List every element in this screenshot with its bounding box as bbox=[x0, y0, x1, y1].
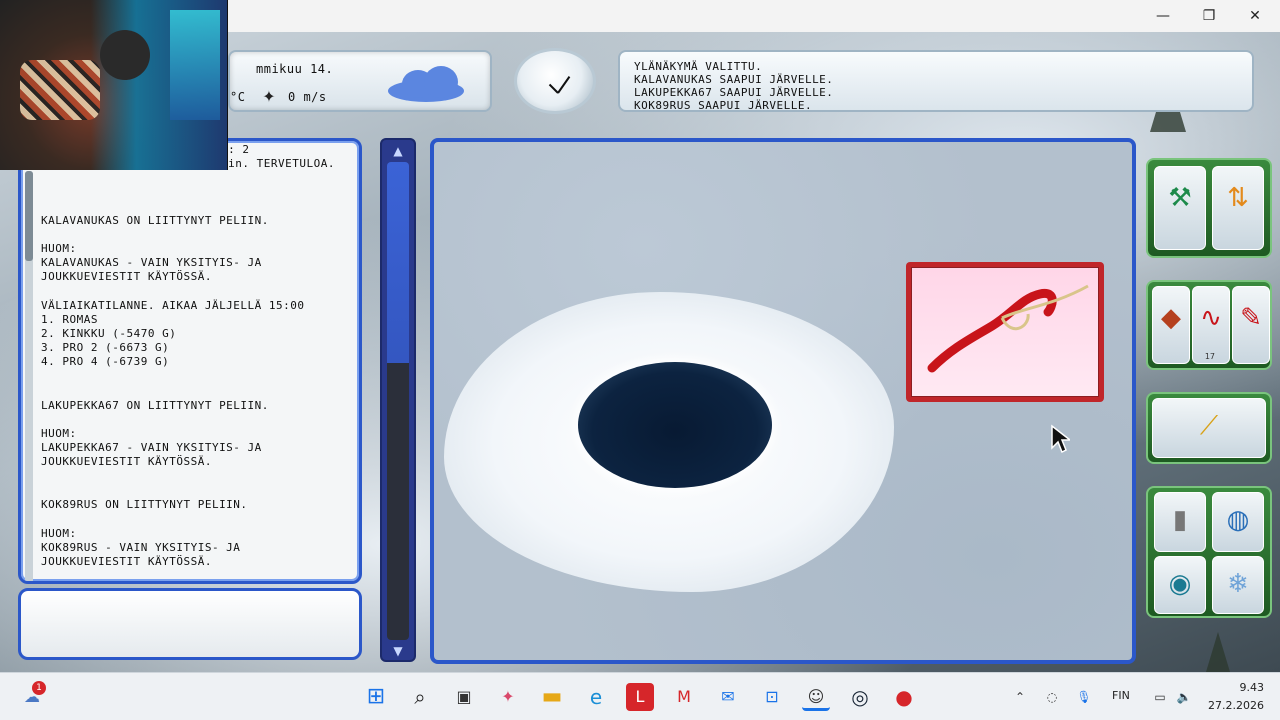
bait-count: 17 bbox=[1204, 352, 1215, 361]
arrow-down-icon[interactable]: ▼ bbox=[387, 642, 409, 660]
close-icon[interactable]: ✕ bbox=[1232, 0, 1278, 32]
chat-line: HUOM: bbox=[41, 242, 77, 255]
ice-map-tool[interactable]: ❄ bbox=[1212, 556, 1264, 614]
file-explorer-icon[interactable]: ▬ bbox=[538, 683, 566, 711]
chat-line: KOK89RUS ON LIITTYNYT PELIIN. bbox=[41, 498, 248, 511]
ice-hole[interactable] bbox=[578, 362, 772, 488]
worm-bait-tool[interactable]: ∿ 17 bbox=[1192, 286, 1230, 364]
status-line: LAKUPEKKA67 SAAPUI JÄRVELLE. bbox=[634, 86, 834, 99]
mcafee-icon[interactable]: M bbox=[670, 683, 698, 711]
clock-date[interactable]: 27.2.2026 bbox=[1206, 699, 1264, 712]
fishing-rod-icon: ⟋ bbox=[1199, 411, 1219, 441]
chat-line: KALAVANUKAS ON LIITTYNYT PELIIN. bbox=[41, 214, 269, 227]
status-line: KOK89RUS SAAPUI JÄRVELLE. bbox=[634, 99, 813, 112]
weather-panel: mmikuu 14. °C ✦ 0 m/s bbox=[228, 50, 492, 112]
chat-line: nin. TERVETULOA. bbox=[221, 157, 335, 170]
microphone-icon[interactable]: 🎙 bbox=[1070, 683, 1098, 711]
depth-fill bbox=[387, 363, 409, 640]
chat-line: HUOM: bbox=[41, 527, 77, 540]
copilot-icon[interactable]: ✦ bbox=[494, 683, 522, 711]
clock-time[interactable]: 9.43 bbox=[1206, 681, 1265, 694]
status-line: KALAVANUKAS SAAPUI JÄRVELLE. bbox=[634, 73, 834, 86]
webcam-overlay bbox=[0, 0, 228, 170]
chat-line: JOUKKUEVIESTIT KÄYTÖSSÄ. bbox=[41, 455, 212, 468]
ice-auger-icon: ⚒ bbox=[1168, 183, 1192, 213]
flashlight-tool[interactable]: ▮ bbox=[1154, 492, 1206, 552]
depth-slider[interactable]: ▲ ▼ bbox=[380, 138, 416, 662]
date-text: mmikuu 14. bbox=[256, 62, 334, 76]
move-arrows-icon: ⇅ bbox=[1227, 183, 1249, 213]
minimize-icon[interactable]: — bbox=[1140, 0, 1186, 32]
game-controller-icon[interactable]: ● bbox=[890, 683, 918, 711]
chat-line: 1. ROMAS bbox=[41, 313, 98, 326]
selected-lure-card[interactable] bbox=[906, 262, 1104, 402]
spoon-lure-icon: ◆ bbox=[1161, 303, 1181, 333]
chat-line: 4. PRO 4 (-6739 G) bbox=[41, 355, 170, 368]
move-arrows-tool[interactable]: ⇅ bbox=[1212, 166, 1264, 250]
chevron-up-icon[interactable]: ⌃ bbox=[1006, 683, 1034, 711]
spoon-lure-tool[interactable]: ◆ bbox=[1152, 286, 1190, 364]
ice-auger-tool[interactable]: ⚒ bbox=[1154, 166, 1206, 250]
eye-tool[interactable]: ◉ bbox=[1154, 556, 1206, 614]
temperature-text: °C bbox=[230, 90, 246, 104]
language-indicator[interactable]: FIN bbox=[1112, 689, 1130, 702]
status-line: YLÄNÄKYMÄ VALITTU. bbox=[634, 60, 763, 73]
chat-input-box[interactable] bbox=[18, 588, 362, 660]
l-app-icon[interactable]: L bbox=[626, 683, 654, 711]
chat-scrollbar[interactable] bbox=[25, 171, 33, 581]
windows-start-icon[interactable]: ⊞ bbox=[362, 683, 390, 711]
chat-scrollbar-thumb[interactable] bbox=[25, 171, 33, 261]
mouse-cursor-icon bbox=[1051, 424, 1070, 454]
jig-tool[interactable]: ✎ bbox=[1232, 286, 1270, 364]
restore-icon[interactable]: ❐ bbox=[1186, 0, 1232, 32]
search-icon[interactable]: ⌕ bbox=[406, 683, 434, 711]
steam-icon[interactable]: ◎ bbox=[846, 683, 874, 711]
task-view-icon[interactable]: ▣ bbox=[450, 683, 478, 711]
windows-taskbar: ☁ 1 ⊞ ⌕ ▣ ✦ ▬ e L M ✉ ⊡ ☺ ◎ ● ⌃ ◌ 🎙 FIN … bbox=[0, 672, 1280, 720]
notification-badge: 1 bbox=[32, 681, 46, 695]
globe-icon: ◍ bbox=[1226, 505, 1250, 535]
volume-icon[interactable]: 🔈 bbox=[1170, 683, 1198, 711]
tool-group-utilities: ▮ ◍ ◉ ❄ bbox=[1146, 486, 1272, 618]
tool-group-drill: ⚒ ⇅ bbox=[1146, 158, 1272, 258]
chat-line: LAKUPEKKA67 - VAIN YKSITYIS- JA bbox=[41, 441, 262, 454]
eye-icon: ◉ bbox=[1168, 569, 1192, 599]
chat-line: KOK89RUS - VAIN YKSITYIS- JA bbox=[41, 541, 241, 554]
chat-log-panel: r: 2 nin. TERVETULOA. KALAVANUKAS ON LII… bbox=[18, 138, 362, 584]
chat-line: 3. PRO 2 (-6673 G) bbox=[41, 341, 170, 354]
fishing-rod-tool[interactable]: ⟋ bbox=[1152, 398, 1266, 458]
arrow-up-icon[interactable]: ▲ bbox=[387, 142, 409, 160]
tool-group-lures: ◆ ∿ 17 ✎ bbox=[1146, 280, 1272, 370]
tool-group-rod: ⟋ bbox=[1146, 392, 1272, 464]
red-worm-lure-icon bbox=[927, 284, 1089, 373]
chat-line: JOUKKUEVIESTIT KÄYTÖSSÄ. bbox=[41, 270, 212, 283]
flashlight-icon: ▮ bbox=[1172, 505, 1188, 535]
globe-tool[interactable]: ◍ bbox=[1212, 492, 1264, 552]
store-icon[interactable]: ⊡ bbox=[758, 683, 786, 711]
chat-line: LAKUPEKKA67 ON LIITTYNYT PELIIN. bbox=[41, 399, 269, 412]
wind-speed-text: 0 m/s bbox=[288, 90, 327, 104]
game-icon[interactable]: ☺ bbox=[802, 683, 830, 711]
edge-icon[interactable]: e bbox=[582, 683, 610, 711]
jig-icon: ✎ bbox=[1240, 303, 1262, 333]
clock-icon bbox=[514, 48, 596, 114]
outlook-icon[interactable]: ✉ bbox=[714, 683, 742, 711]
status-messages-panel: YLÄNÄKYMÄ VALITTU. KALAVANUKAS SAAPUI JÄ… bbox=[618, 50, 1254, 112]
network-icon[interactable]: ◌ bbox=[1038, 683, 1066, 711]
chat-line: VÄLIAIKATILANNE. AIKAA JÄLJELLÄ 15:00 bbox=[41, 299, 305, 312]
chat-line: HUOM: bbox=[41, 427, 77, 440]
cloud-icon bbox=[388, 66, 464, 102]
ice-map-icon: ❄ bbox=[1227, 569, 1249, 599]
compass-icon: ✦ bbox=[262, 87, 276, 106]
chat-line: JOUKKUEVIESTIT KÄYTÖSSÄ. bbox=[41, 555, 212, 568]
chat-input[interactable] bbox=[21, 591, 359, 657]
chat-line: KALAVANUKAS - VAIN YKSITYIS- JA bbox=[41, 256, 262, 269]
chat-line: 2. KINKKU (-5470 G) bbox=[41, 327, 177, 340]
